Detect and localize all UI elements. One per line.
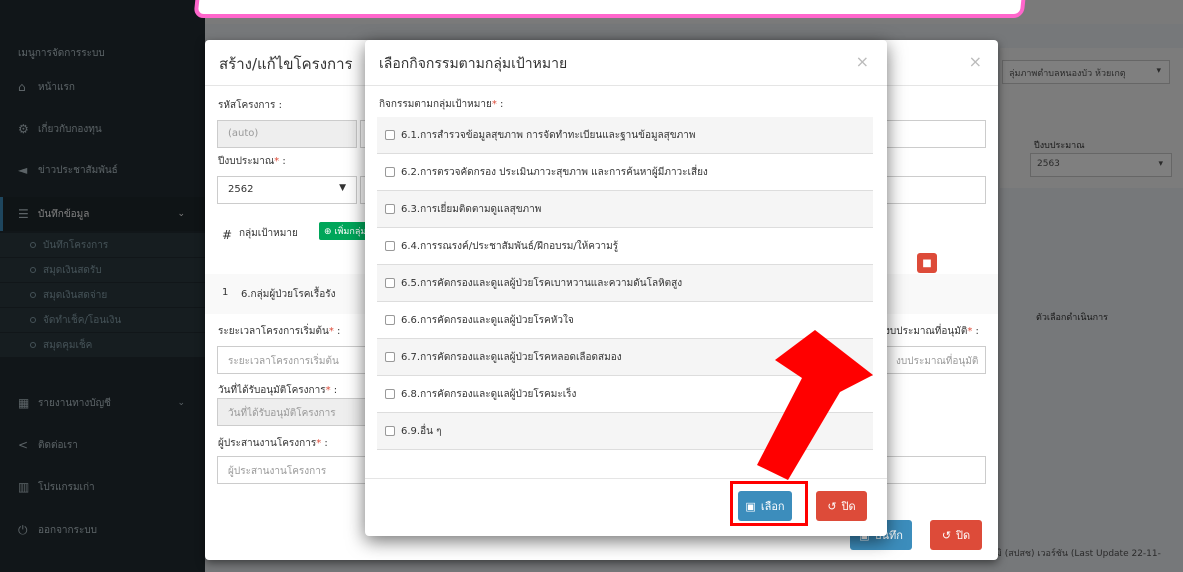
close-button[interactable]: ↺ ปิด [930, 520, 982, 550]
list-item[interactable]: 6.4.การรณรงค์/ประชาสัมพันธ์/ฝึกอบรม/ให้ค… [377, 228, 873, 265]
checkbox[interactable] [385, 130, 395, 140]
right-field-1[interactable] [885, 120, 986, 148]
checkbox[interactable] [385, 167, 395, 177]
close-icon[interactable]: × [856, 52, 869, 71]
approve-date-label: วันที่ได้รับอนุมัติโครงการ* : [218, 385, 338, 396]
add-target-button[interactable]: ⊕ เพิ่มกลุ่ม [319, 222, 367, 240]
approve-date-field[interactable]: วันที่ได้รับอนุมัติโครงการ [217, 398, 367, 426]
start-date-label: ระยะเวลาโครงการเริ่มต้น* : [218, 326, 341, 337]
start-date-field[interactable]: ระยะเวลาโครงการเริ่มต้น [217, 346, 367, 374]
budget-field[interactable]: งบประมาณที่อนุมัติ [885, 346, 986, 374]
search-plus-icon: ⊕ [324, 227, 332, 237]
right-field-3[interactable] [885, 456, 986, 484]
arrow-annotation-icon [757, 330, 873, 480]
row-number: 1 [222, 287, 229, 298]
modal-title: เลือกกิจกรรมตามกลุ่มเป้าหมาย [379, 56, 568, 72]
highlight-box [730, 481, 808, 526]
year-label: ปีงบประมาณ* : [218, 156, 286, 167]
checkbox[interactable] [385, 389, 395, 399]
close-icon[interactable]: × [969, 52, 982, 71]
project-code-label: รหัสโครงการ : [218, 100, 282, 111]
checkbox[interactable] [385, 278, 395, 288]
coordinator-label: ผู้ประสานงานโครงการ* : [218, 438, 328, 449]
list-item[interactable]: 6.2.การตรวจคัดกรอง ประเมินภาวะสุขภาพ และ… [377, 154, 873, 191]
caret-down-icon: ▼ [339, 183, 346, 193]
targets-header: กลุ่มเป้าหมาย [239, 228, 298, 239]
checkbox[interactable] [385, 204, 395, 214]
delete-row-button[interactable]: ■ [917, 253, 937, 273]
coordinator-field[interactable]: ผู้ประสานงานโครงการ [217, 456, 367, 484]
checkbox[interactable] [385, 315, 395, 325]
list-item[interactable]: 6.1.การสำรวจข้อมูลสุขภาพ การจัดทำทะเบียน… [377, 117, 873, 154]
modal-header: เลือกกิจกรรมตามกลุ่มเป้าหมาย × [365, 40, 887, 86]
undo-icon: ↺ [827, 499, 837, 513]
list-item[interactable]: 6.5.การคัดกรองและดูแลผู้ป่วยโรคเบาหวานแล… [377, 265, 873, 302]
checkbox[interactable] [385, 241, 395, 251]
project-code-field: (auto) [217, 120, 357, 148]
budget-label: งบประมาณที่อนุมัติ* : [885, 326, 979, 337]
checkbox[interactable] [385, 352, 395, 362]
annotation-banner [193, 0, 1027, 18]
trash-icon: ■ [922, 257, 932, 269]
targets-header-no: # [222, 228, 233, 242]
list-item[interactable]: 6.3.การเยี่ยมติดตามดูแลสุขภาพ [377, 191, 873, 228]
year-select[interactable]: 2562 ▼ [217, 176, 357, 204]
checkbox[interactable] [385, 426, 395, 436]
activity-list-label: กิจกรรมตามกลุ่มเป้าหมาย* : [379, 99, 504, 110]
modal-title: สร้าง/แก้ไขโครงการ [219, 55, 353, 73]
row-target: 6.กลุ่มผู้ป่วยโรคเรื้อรัง [241, 289, 336, 300]
close-button[interactable]: ↺ ปิด [816, 491, 867, 521]
undo-icon: ↺ [941, 528, 952, 542]
right-field-2[interactable] [885, 176, 986, 204]
